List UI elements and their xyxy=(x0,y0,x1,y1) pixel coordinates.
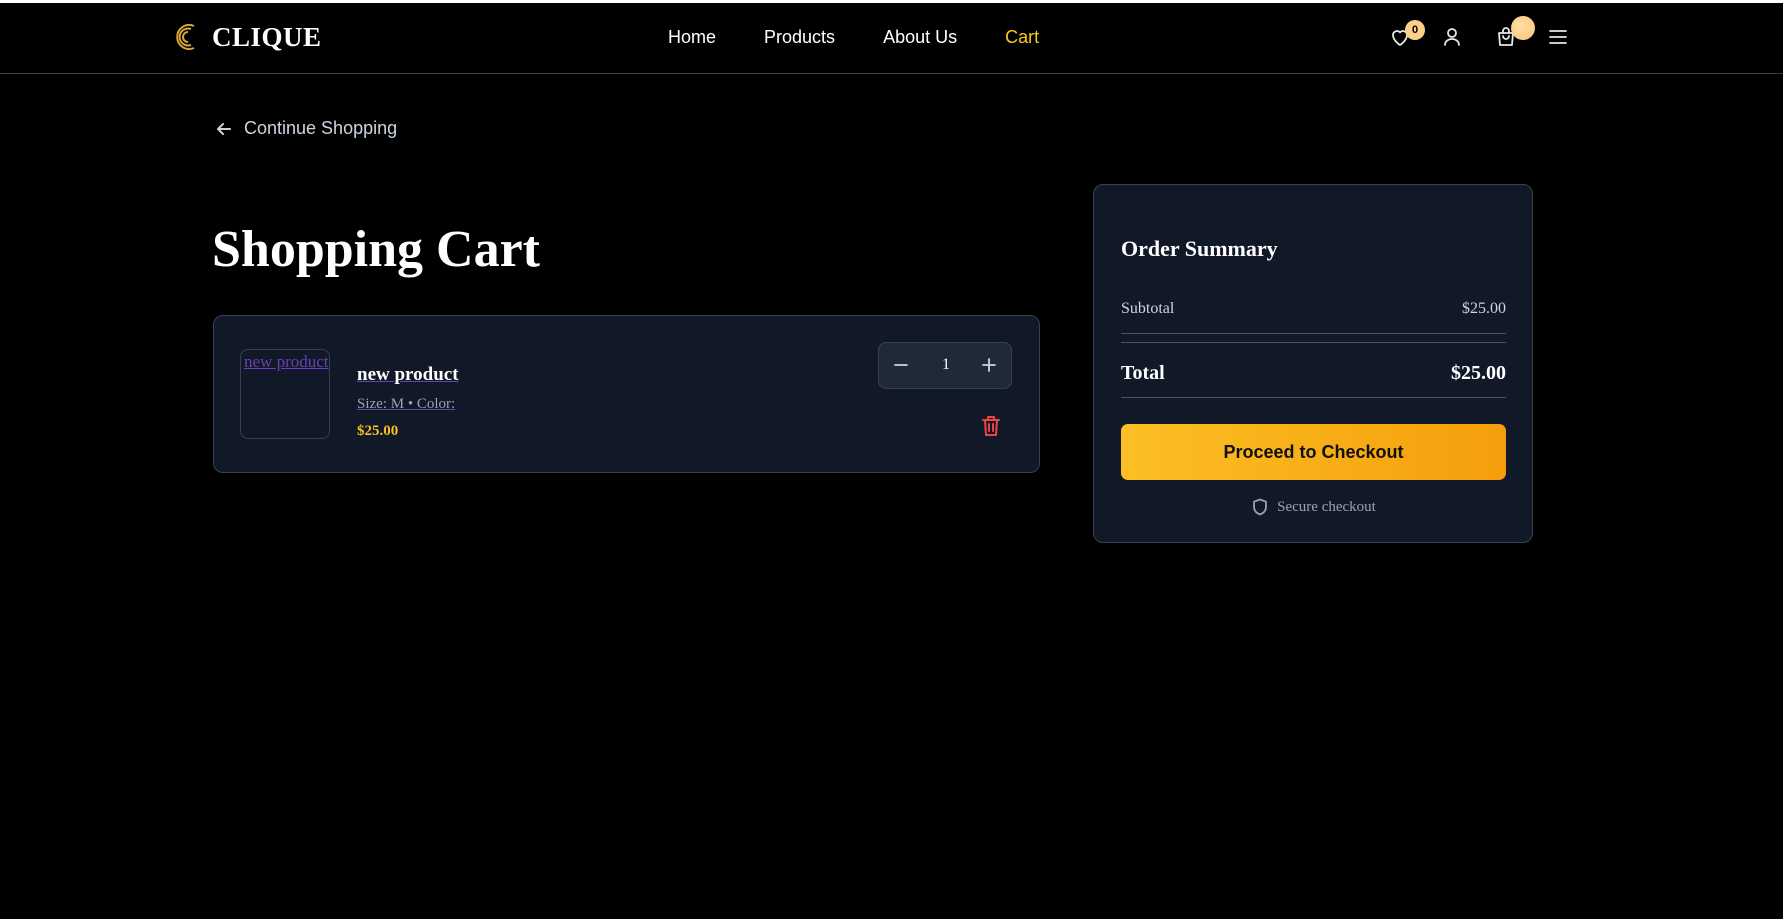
brand-logo[interactable]: CLIQUE xyxy=(170,20,322,54)
brand-name: CLIQUE xyxy=(212,21,322,52)
plus-icon xyxy=(982,358,996,372)
main-nav: Home Products About Us Cart xyxy=(668,27,1087,48)
product-name-link[interactable]: new product xyxy=(357,364,459,386)
secure-checkout-note: Secure checkout xyxy=(1094,498,1534,516)
secure-checkout-label: Secure checkout xyxy=(1277,498,1376,515)
nav-products[interactable]: Products xyxy=(764,27,835,48)
page-title: Shopping Cart xyxy=(212,221,540,278)
nav-cart[interactable]: Cart xyxy=(1005,27,1039,48)
total-row: Total $25.00 xyxy=(1121,362,1506,385)
remove-item-button[interactable] xyxy=(980,414,1004,440)
order-summary-title: Order Summary xyxy=(1121,236,1278,261)
user-icon xyxy=(1444,28,1460,46)
product-options: Size: M • Color: xyxy=(357,396,456,412)
total-value: $25.00 xyxy=(1451,362,1506,384)
product-image-alt: new product xyxy=(244,352,329,371)
logo-mark-icon xyxy=(176,24,195,50)
quantity-stepper: 1 xyxy=(878,342,1012,389)
subtotal-row: Subtotal $25.00 xyxy=(1121,300,1506,318)
decrease-quantity-button[interactable] xyxy=(891,355,913,377)
wishlist-count-badge: 0 xyxy=(1405,20,1425,40)
subtotal-label: Subtotal xyxy=(1121,300,1175,317)
menu-button[interactable] xyxy=(1546,25,1572,51)
total-label: Total xyxy=(1121,362,1165,384)
shield-icon xyxy=(1253,498,1268,516)
divider xyxy=(1121,333,1506,334)
divider xyxy=(1121,342,1506,343)
subtotal-value: $25.00 xyxy=(1462,300,1506,317)
proceed-to-checkout-button[interactable]: Proceed to Checkout xyxy=(1121,424,1506,480)
continue-shopping-link[interactable]: Continue Shopping xyxy=(214,118,397,139)
nav-about-us[interactable]: About Us xyxy=(883,27,957,48)
divider xyxy=(1121,397,1506,398)
product-image[interactable]: new product xyxy=(240,349,330,439)
product-price: $25.00 xyxy=(357,423,399,439)
arrow-left-icon xyxy=(217,122,231,135)
quantity-value[interactable]: 1 xyxy=(929,356,963,374)
account-button[interactable] xyxy=(1440,25,1466,51)
increase-quantity-button[interactable] xyxy=(979,355,1001,377)
cart-item: new product new product Size: M • Color:… xyxy=(213,315,1040,473)
order-summary: Order Summary Subtotal $25.00 Total $25.… xyxy=(1093,184,1533,543)
site-header: CLIQUE Home Products About Us Cart 0 xyxy=(0,3,1783,74)
cart-indicator-dot xyxy=(1511,16,1535,40)
menu-icon xyxy=(1549,30,1567,44)
continue-shopping-label: Continue Shopping xyxy=(244,118,398,138)
minus-icon xyxy=(894,364,908,366)
nav-home[interactable]: Home xyxy=(668,27,716,48)
trash-icon xyxy=(982,416,1000,436)
